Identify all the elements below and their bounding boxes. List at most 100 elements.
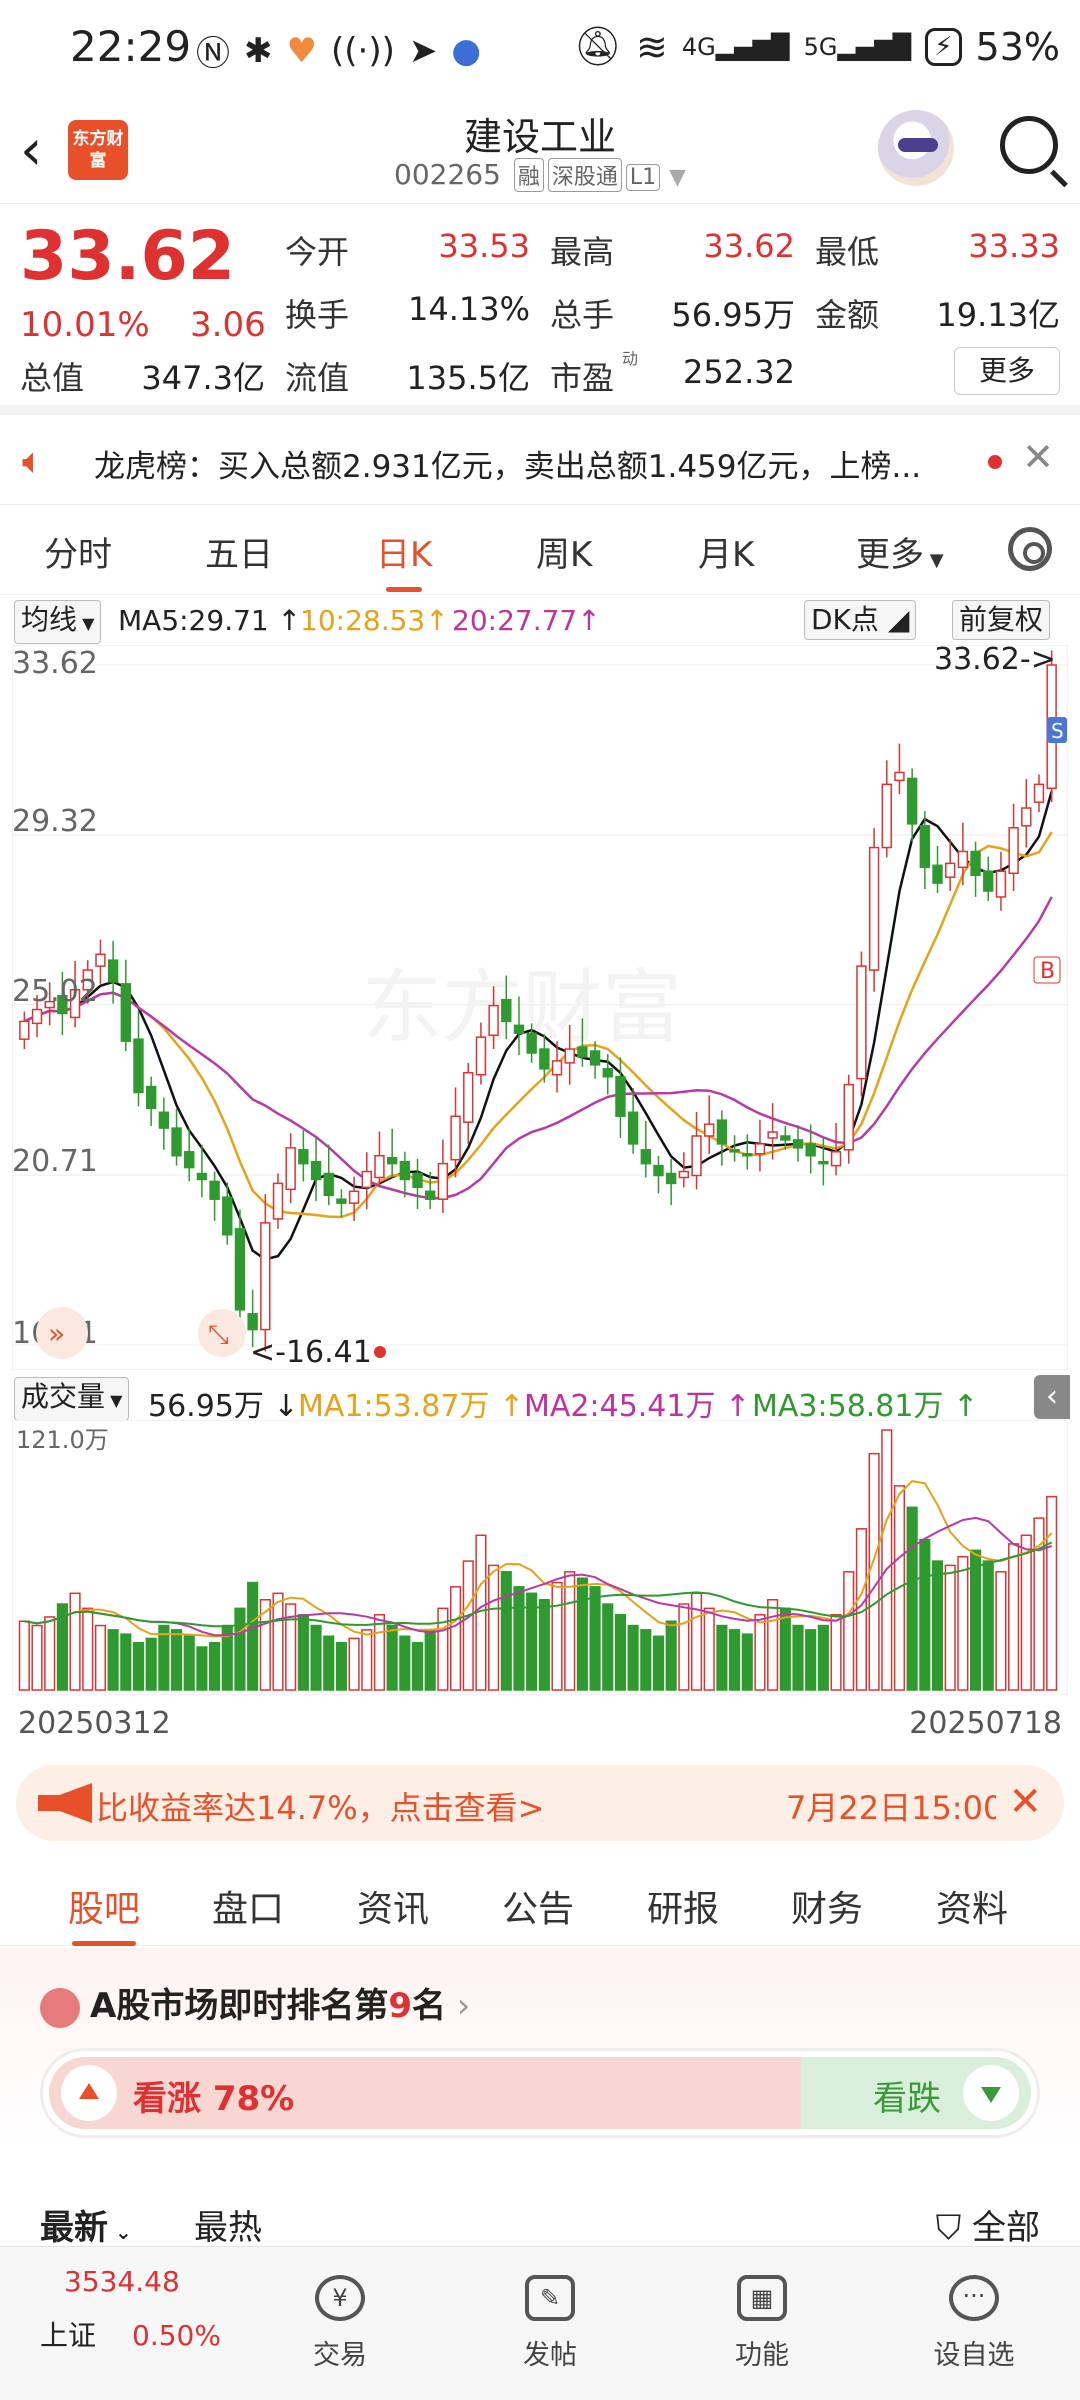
watermark: 东方财富 — [362, 961, 682, 1054]
volume-bar — [589, 1586, 601, 1691]
adjust-button[interactable]: 前复权 — [952, 600, 1051, 640]
candle — [983, 870, 994, 892]
candle — [615, 1075, 626, 1117]
candle — [957, 850, 969, 869]
tab-profile[interactable]: 资料 — [936, 1880, 1008, 1932]
close-icon[interactable]: ✕ — [1022, 435, 1054, 479]
amount-label: 金额 — [815, 296, 880, 334]
arrow-up-icon[interactable] — [61, 2065, 117, 2121]
nfc-icon: Ⓝ — [196, 34, 230, 74]
volume-bar — [386, 1624, 398, 1691]
candle — [171, 1127, 182, 1157]
tab-daily-k[interactable]: 日K — [376, 527, 432, 592]
start-date: 20250312 — [18, 1706, 171, 1741]
collapse-panel-icon[interactable]: ‹ — [1034, 1375, 1070, 1419]
promo-banner[interactable]: 比收益率达14.7%，点击查看> 7月22日15:00 ✕ — [16, 1765, 1064, 1841]
filter-all[interactable]: ⛉ 全部 — [936, 2200, 1040, 2249]
dragon-tiger-bar[interactable]: 🔈︎ 龙虎榜：买入总额2.931亿元，卖出总额1.459亿元，上榜... ✕ — [0, 415, 1080, 505]
change-percent: 10.01% — [20, 305, 150, 345]
volume-bar — [361, 1629, 373, 1691]
megaphone-icon — [38, 1783, 92, 1823]
volume-bar — [640, 1629, 652, 1691]
candle — [691, 1135, 702, 1177]
unread-dot — [988, 455, 1002, 469]
vol-ma1: MA1:53.87万 ↑ — [298, 1389, 525, 1424]
index-widget[interactable]: 3534.48 上证 0.50% — [40, 2265, 221, 2354]
tab-forum[interactable]: 股吧 — [68, 1880, 140, 1946]
volume-bar — [614, 1614, 627, 1691]
tab-news[interactable]: 资讯 — [357, 1880, 429, 1932]
caret-down-icon: ▼ — [924, 550, 944, 571]
volume-bar — [779, 1607, 791, 1691]
candle — [970, 850, 981, 876]
tab-five-day[interactable]: 五日 — [205, 527, 273, 576]
candle — [247, 1313, 258, 1331]
candle — [894, 771, 905, 782]
index-value: 3534.48 — [64, 2265, 180, 2298]
dropdown-icon[interactable]: ▼ — [669, 165, 686, 190]
volume-row: 成交量 ▼ 56.95万 ↓ MA1:53.87万 ↑ MA2:45.41万 ↑… — [0, 1375, 1080, 1424]
candle — [906, 777, 918, 825]
candle — [1021, 807, 1032, 827]
candle — [120, 983, 131, 1042]
tab-finance[interactable]: 财务 — [791, 1880, 863, 1932]
nav-function[interactable]: ▦ 功能 — [702, 2275, 822, 2372]
float-cap-label: 流值 — [285, 359, 350, 397]
tab-intraday[interactable]: 分时 — [44, 527, 112, 576]
stock-header: ‹ 东方财富 建设工业 002265 融深股通 L1 ▼ — [0, 100, 1080, 204]
stock-code: 002265 — [394, 158, 501, 191]
nav-trade[interactable]: ¥ 交易 — [280, 2275, 400, 2372]
sell-marker-label: S — [1051, 719, 1064, 743]
sort-hot[interactable]: 最热 — [194, 2200, 262, 2249]
candle — [704, 1123, 715, 1137]
dk-point-button[interactable]: DK点 ◢ — [804, 600, 917, 640]
volume-chart[interactable]: 121.0万 — [12, 1420, 1068, 1695]
candle — [551, 1060, 563, 1076]
volume-bar — [323, 1635, 335, 1691]
tab-orderbook[interactable]: 盘口 — [212, 1880, 284, 1932]
candle — [145, 1085, 157, 1110]
tab-weekly-k[interactable]: 周K — [536, 527, 592, 576]
volume-selector[interactable]: 成交量 ▼ — [14, 1377, 130, 1421]
buy-marker-label: B — [1040, 959, 1055, 984]
mute-icon: 🔕︎ — [573, 24, 623, 68]
volume-bar — [373, 1614, 386, 1691]
candle — [323, 1172, 334, 1196]
ma10-value: 10:28.53↑ — [300, 604, 449, 637]
low-label: 最低 — [815, 233, 880, 271]
candle — [348, 1190, 360, 1204]
market-rank[interactable]: A股市场即时排名第9名 › — [40, 1978, 470, 2028]
gear-icon[interactable] — [1008, 527, 1052, 571]
nav-watchlist[interactable]: ··· 设自选 — [914, 2275, 1034, 2372]
candle — [754, 1143, 766, 1155]
search-icon[interactable] — [1000, 116, 1058, 174]
low-price-label: <-16.41 — [250, 1335, 372, 1370]
tab-research[interactable]: 研报 — [647, 1880, 719, 1932]
volume-bar — [538, 1599, 550, 1691]
volume-bar — [906, 1506, 918, 1691]
candle — [881, 783, 892, 849]
volume-bar — [957, 1556, 969, 1691]
close-icon[interactable]: ✕ — [1008, 1779, 1042, 1825]
arrow-down-icon[interactable] — [963, 2065, 1019, 2121]
high-label: 最高 — [550, 233, 615, 271]
ma-selector[interactable]: 均线 ▼ — [14, 600, 102, 644]
tab-monthly-k[interactable]: 月K — [698, 527, 754, 576]
tab-more[interactable]: 更多 ▼ — [856, 527, 944, 576]
candle — [767, 1131, 778, 1139]
candle — [526, 1032, 537, 1054]
more-quote-button[interactable]: 更多 — [954, 347, 1060, 395]
nav-post[interactable]: ✎ 发帖 — [490, 2275, 610, 2372]
bearish-label: 看跌 — [873, 2079, 941, 2119]
status-app-icons: Ⓝ ✱ ♥ ((·)) ➤ ● — [196, 26, 481, 75]
candle — [640, 1149, 651, 1165]
amount-value: 19.13亿 — [936, 296, 1060, 334]
sort-latest[interactable]: 最新 ⌄ — [40, 2200, 132, 2249]
volume-bar — [18, 1620, 30, 1691]
candle — [665, 1172, 677, 1185]
promo-text: 比收益率达14.7%，点击查看> — [96, 1789, 545, 1827]
tab-announcements[interactable]: 公告 — [502, 1880, 574, 1932]
assistant-robot-icon[interactable] — [878, 110, 954, 186]
kline-chart[interactable]: 东方财富 33.6229.3225.0220.7116.41 33.62-> S… — [12, 645, 1068, 1370]
candle — [945, 862, 956, 878]
